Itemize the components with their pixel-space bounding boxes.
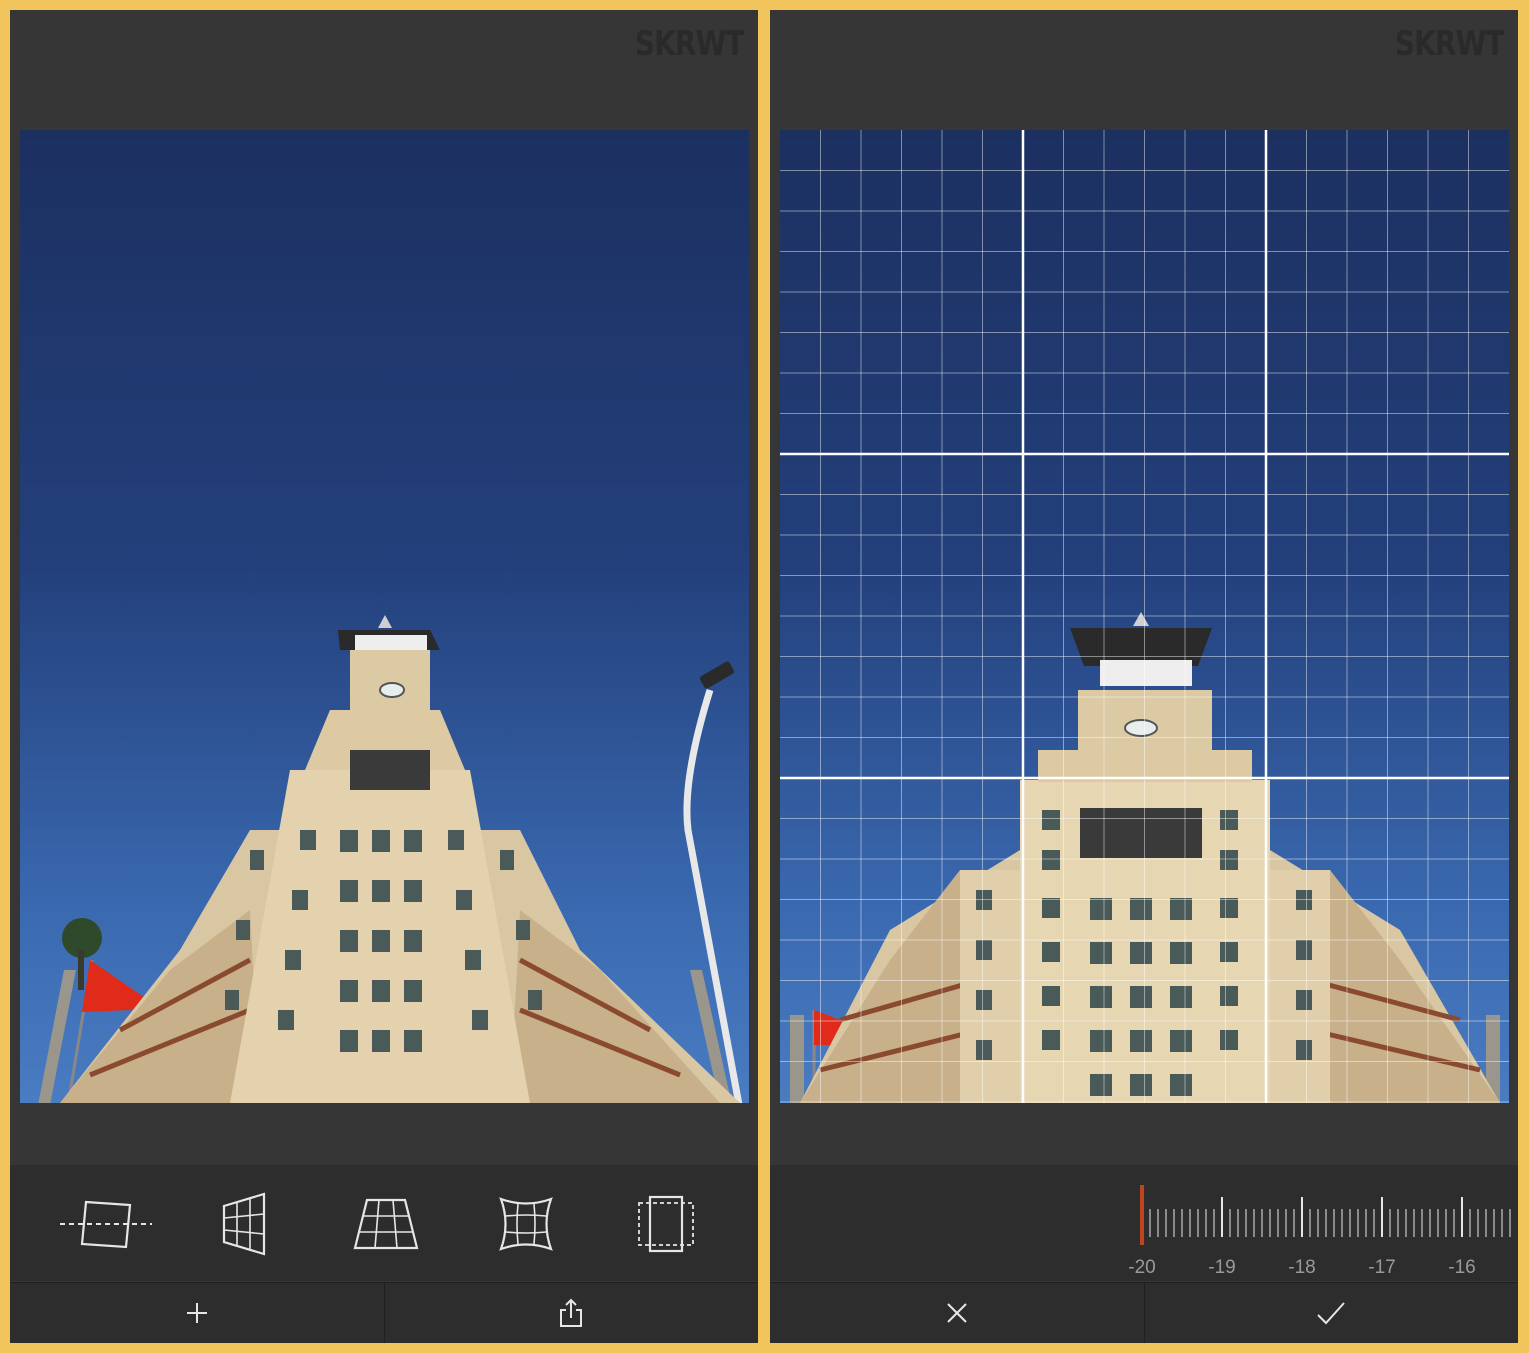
bottom-action-bar (10, 1282, 758, 1343)
app-logo: SKRWT (635, 24, 745, 64)
close-icon (947, 1303, 967, 1323)
corrected-building-photo (790, 612, 1500, 1103)
rotate-frame-icon (60, 1200, 152, 1249)
crop-tool[interactable] (616, 1185, 716, 1263)
share-button[interactable] (383, 1283, 759, 1343)
bottom-action-bar (770, 1282, 1518, 1343)
photo-preview[interactable] (20, 130, 749, 1103)
slider-label: -20 (1128, 1257, 1156, 1278)
crop-frame-icon (638, 1195, 694, 1253)
horizontal-perspective-icon (222, 1192, 266, 1256)
slider-label: -18 (1288, 1257, 1316, 1278)
vertical-perspective-icon (353, 1198, 419, 1250)
rotate-tool[interactable] (56, 1185, 156, 1263)
slider-indicator[interactable] (1140, 1185, 1144, 1245)
checkmark-icon (1317, 1302, 1345, 1325)
adjustment-bar: -20 -19 -18 -17 -16 (770, 1165, 1518, 1281)
lens-distortion-tool[interactable] (476, 1185, 576, 1263)
horizontal-perspective-tool[interactable] (196, 1185, 296, 1263)
slider-ticks (1140, 1185, 1511, 1245)
photo-preview-corrected[interactable] (780, 130, 1509, 1103)
adjustment-slider[interactable]: -20 -19 -18 -17 -16 (1128, 1177, 1518, 1278)
share-icon (560, 1298, 583, 1327)
tool-bar (10, 1165, 758, 1281)
slider-label: -19 (1208, 1257, 1236, 1278)
building-photo (38, 615, 743, 1103)
spacer (770, 1103, 1518, 1165)
confirm-button[interactable] (1143, 1283, 1519, 1343)
spacer (10, 1103, 758, 1165)
left-screen: SKRWT (10, 10, 758, 1343)
slider-label: -16 (1448, 1257, 1476, 1278)
app-logo: SKRWT (1395, 24, 1505, 64)
add-button[interactable] (10, 1283, 384, 1343)
right-screen: SKRWT -20 -19 -18 -17 -16 (770, 10, 1518, 1343)
lens-distortion-icon (499, 1197, 553, 1251)
vertical-perspective-tool[interactable] (336, 1185, 436, 1263)
plus-icon (186, 1303, 207, 1323)
cancel-button[interactable] (770, 1283, 1144, 1343)
slider-label: -17 (1368, 1257, 1396, 1278)
